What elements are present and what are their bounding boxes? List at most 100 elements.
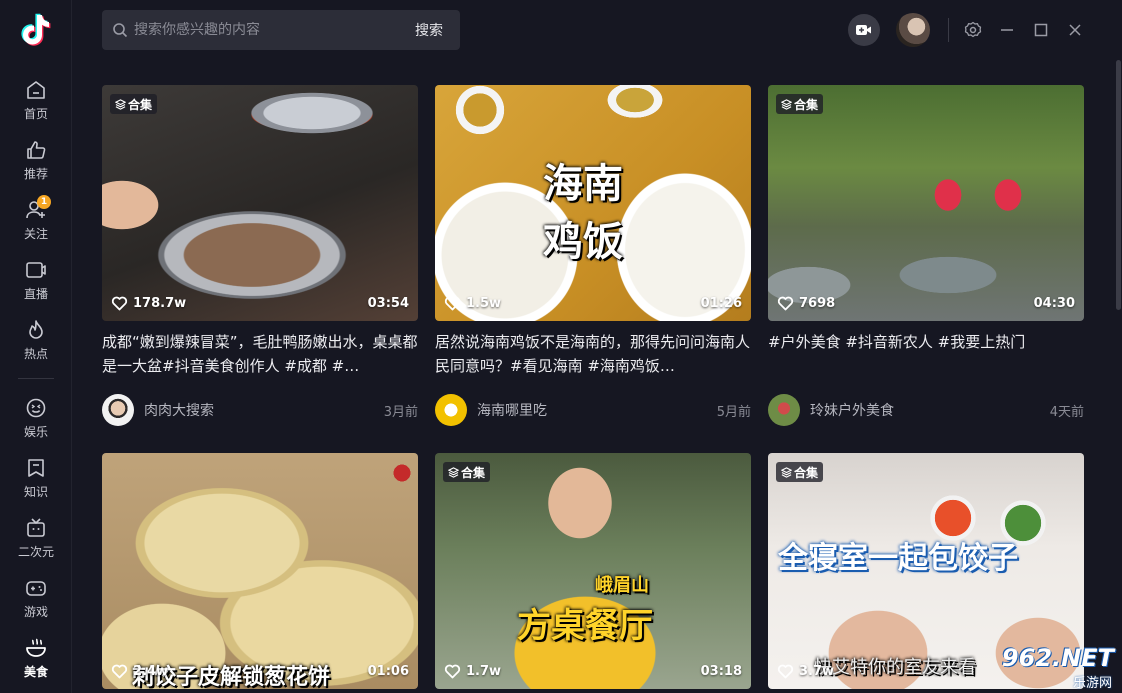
video-duration: 01:06 — [367, 664, 409, 679]
like-count-value: 1.7w — [466, 663, 502, 679]
author-name[interactable]: 玲妹户外美食 — [810, 400, 1050, 420]
close-button[interactable] — [1058, 13, 1092, 47]
like-count: 3.7w — [777, 663, 834, 679]
video-card[interactable]: 海南 鸡饭 1.5w 01:26 居然说海南鸡饭不是海南的，那得先问问海南人民同… — [435, 85, 751, 426]
search-input[interactable] — [134, 22, 398, 38]
sidebar-item-trending[interactable]: 热点 — [0, 312, 72, 370]
publish-time: 3月前 — [383, 404, 418, 420]
video-card[interactable]: 合集 峨眉山 方桌餐厅 1.7w 03:18 — [435, 453, 751, 689]
user-avatar[interactable] — [896, 13, 930, 47]
sidebar-item-label: 热点 — [23, 347, 48, 361]
app-window: 首页 推荐 1 关注 直播 热点 娱乐 知识 二次元 游戏 美食 搜索你感兴趣的… — [0, 0, 1122, 693]
layers-icon — [781, 466, 792, 478]
video-thumbnail[interactable]: 海南 鸡饭 1.5w 01:26 — [435, 85, 751, 321]
like-count-value: 1.5w — [466, 295, 502, 311]
sidebar-item-live[interactable]: 直播 — [0, 252, 72, 310]
like-count: 7698 — [777, 295, 835, 311]
scrollbar[interactable] — [1116, 60, 1121, 693]
video-card[interactable]: 合集 7698 04:30 #户外美食 #抖音新农人 #我要上热门 玲妹户外美食… — [768, 85, 1084, 426]
video-title[interactable]: 居然说海南鸡饭不是海南的，那得先问问海南人民同意吗？#看见海南 #海南鸡饭… — [435, 330, 751, 378]
site-watermark: 962.NET 乐游网 — [988, 644, 1118, 691]
layers-icon — [115, 98, 126, 110]
video-title[interactable]: 成都“嫩到爆辣冒菜”，毛肚鸭肠嫩出水，桌桌都是一大盆#抖音美食创作人 #成都 #… — [102, 330, 418, 378]
search-button[interactable]: 搜索 — [398, 10, 460, 50]
upload-video-button[interactable] — [848, 14, 880, 46]
thumbnail-image — [102, 85, 418, 321]
thumbnail-image — [435, 453, 751, 689]
sidebar-item-anime[interactable]: 二次元 — [0, 510, 72, 568]
collection-tag-label: 合集 — [794, 465, 819, 480]
collection-tag-label: 合集 — [794, 97, 819, 112]
thumbnail-caption: 海南 — [543, 161, 623, 207]
sidebar-divider — [18, 378, 54, 379]
video-thumbnail[interactable]: 合集 178.7w 03:54 — [102, 85, 418, 321]
thumbnail-caption: 方桌餐厅 — [517, 606, 653, 646]
tiktok-logo[interactable] — [20, 12, 52, 48]
collection-tag-label: 合集 — [128, 97, 153, 112]
watermark-sub: 乐游网 — [1072, 676, 1112, 691]
like-count-value: 178.7w — [133, 295, 187, 311]
like-count-value: 2.4w — [133, 663, 169, 679]
author-avatar[interactable] — [768, 394, 800, 426]
sidebar-item-food[interactable]: 美食 — [0, 630, 72, 688]
author-avatar[interactable] — [102, 394, 134, 426]
video-duration: 03:54 — [367, 296, 409, 311]
topbar-divider — [948, 18, 949, 42]
video-thumbnail[interactable]: 合集 峨眉山 方桌餐厅 1.7w 03:18 — [435, 453, 751, 689]
sidebar: 首页 推荐 1 关注 直播 热点 娱乐 知识 二次元 游戏 美食 — [0, 0, 72, 693]
video-title[interactable]: #户外美食 #抖音新农人 #我要上热门 — [768, 330, 1084, 378]
anime-tv-icon — [24, 516, 48, 540]
sidebar-item-label: 推荐 — [23, 167, 48, 181]
video-card[interactable]: 合集 178.7w 03:54 成都“嫩到爆辣冒菜”，毛肚鸭肠嫩出水，桌桌都是一… — [102, 85, 418, 426]
collection-tag: 合集 — [110, 94, 158, 114]
gamepad-icon — [24, 576, 48, 600]
home-icon — [24, 78, 48, 102]
sidebar-item-label: 知识 — [23, 485, 48, 499]
close-icon — [1069, 24, 1081, 36]
author-row: 海南哪里吃 5月前 — [435, 394, 751, 426]
sidebar-item-label: 游戏 — [23, 605, 48, 619]
heart-icon — [777, 296, 794, 311]
sidebar-item-entertainment[interactable]: 娱乐 — [0, 390, 72, 448]
like-count-value: 3.7w — [799, 663, 835, 679]
sidebar-item-follow[interactable]: 1 关注 — [0, 192, 72, 250]
watermark-brand: 962.NET — [1001, 644, 1114, 672]
scrollbar-thumb[interactable] — [1116, 60, 1121, 310]
thumbnail-caption: 快艾特你的室友来看 — [814, 657, 976, 678]
minimize-icon — [1001, 29, 1013, 31]
sidebar-item-games[interactable]: 游戏 — [0, 570, 72, 628]
collection-tag-label: 合集 — [461, 465, 486, 480]
thumbnail-image — [768, 85, 1084, 321]
video-thumbnail[interactable]: 合集 7698 04:30 — [768, 85, 1084, 321]
settings-button[interactable] — [956, 13, 990, 47]
collection-tag: 合集 — [443, 462, 491, 482]
like-count: 178.7w — [111, 295, 186, 311]
like-count-value: 7698 — [799, 295, 836, 311]
sidebar-item-home[interactable]: 首页 — [0, 72, 72, 130]
sidebar-item-knowledge[interactable]: 知识 — [0, 450, 72, 508]
maximize-icon — [1034, 23, 1048, 37]
author-name[interactable]: 肉肉大搜索 — [144, 400, 384, 420]
video-card[interactable]: 刺饺子皮解锁葱花饼 2.4w 01:06 — [102, 453, 418, 689]
search-icon — [113, 23, 128, 38]
video-duration: 03:18 — [700, 664, 742, 679]
minimize-button[interactable] — [990, 13, 1024, 47]
like-count: 1.7w — [444, 663, 501, 679]
search-bar: 搜索 — [102, 10, 460, 50]
sidebar-item-label: 首页 — [23, 107, 48, 121]
author-name[interactable]: 海南哪里吃 — [477, 400, 717, 420]
sidebar-item-recommend[interactable]: 推荐 — [0, 132, 72, 190]
collection-tag: 合集 — [776, 94, 824, 114]
video-upload-icon — [856, 25, 871, 35]
flame-icon — [24, 318, 48, 342]
heart-icon — [444, 664, 461, 679]
gear-icon — [964, 21, 982, 38]
heart-icon — [111, 664, 128, 679]
food-bowl-icon — [24, 636, 48, 660]
bookmark-icon — [24, 456, 48, 480]
author-avatar[interactable] — [435, 394, 467, 426]
maximize-button[interactable] — [1024, 13, 1058, 47]
video-thumbnail[interactable]: 刺饺子皮解锁葱花饼 2.4w 01:06 — [102, 453, 418, 689]
layers-icon — [448, 466, 459, 478]
publish-time: 4天前 — [1049, 404, 1084, 420]
